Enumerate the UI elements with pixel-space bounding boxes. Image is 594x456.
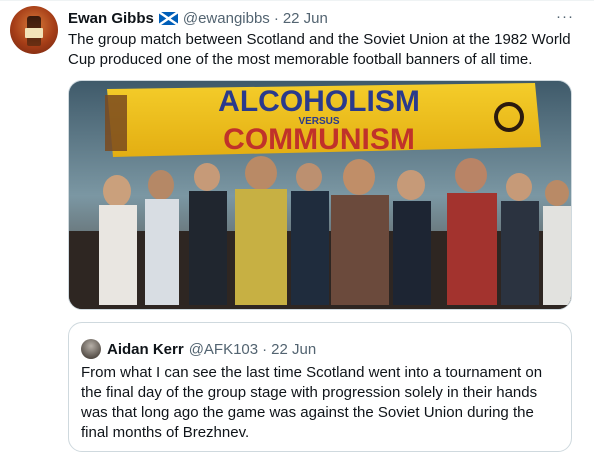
more-horizontal-icon[interactable]: ···: [553, 6, 577, 26]
author-avatar[interactable]: [10, 6, 58, 54]
tweet[interactable]: Ewan Gibbs @ewangibbs · 22 Jun ··· The g…: [0, 0, 594, 456]
tweet-text: The group match between Scotland and the…: [68, 31, 571, 68]
quoted-author-avatar: [81, 339, 101, 359]
banner-line2: COMMUNISM: [223, 123, 415, 156]
quoted-author-handle: @AFK103: [188, 340, 259, 358]
scotland-flag-icon: [158, 11, 178, 25]
banner-line1: ALCOHOLISM: [218, 85, 420, 118]
quoted-tweet[interactable]: Aidan Kerr @AFK103 · 22 Jun From what I …: [68, 322, 572, 452]
quoted-tweet-text: From what I can see the last time Scotla…: [81, 364, 543, 441]
author-name[interactable]: Ewan Gibbs: [68, 10, 154, 27]
quoted-author-name: Aidan Kerr: [107, 340, 184, 358]
quoted-separator-dot: ·: [262, 340, 268, 358]
quoted-tweet-date: 22 Jun: [271, 340, 317, 358]
banner-bottle-graphic: [105, 95, 127, 151]
avatar-bottle-label: [25, 28, 43, 38]
tweet-header: Ewan Gibbs @ewangibbs · 22 Jun: [68, 8, 328, 28]
top-divider: [0, 0, 594, 1]
separator-dot: ·: [273, 9, 279, 27]
author-handle[interactable]: @ewangibbs: [183, 10, 270, 27]
tweet-date[interactable]: 22 Jun: [283, 10, 328, 27]
crowd-photo-illustration: ALCOHOLISM VERSUS COMMUNISM: [69, 81, 571, 309]
tweet-photo[interactable]: ALCOHOLISM VERSUS COMMUNISM: [68, 80, 572, 310]
quoted-tweet-header: Aidan Kerr @AFK103 · 22 Jun: [107, 339, 316, 359]
